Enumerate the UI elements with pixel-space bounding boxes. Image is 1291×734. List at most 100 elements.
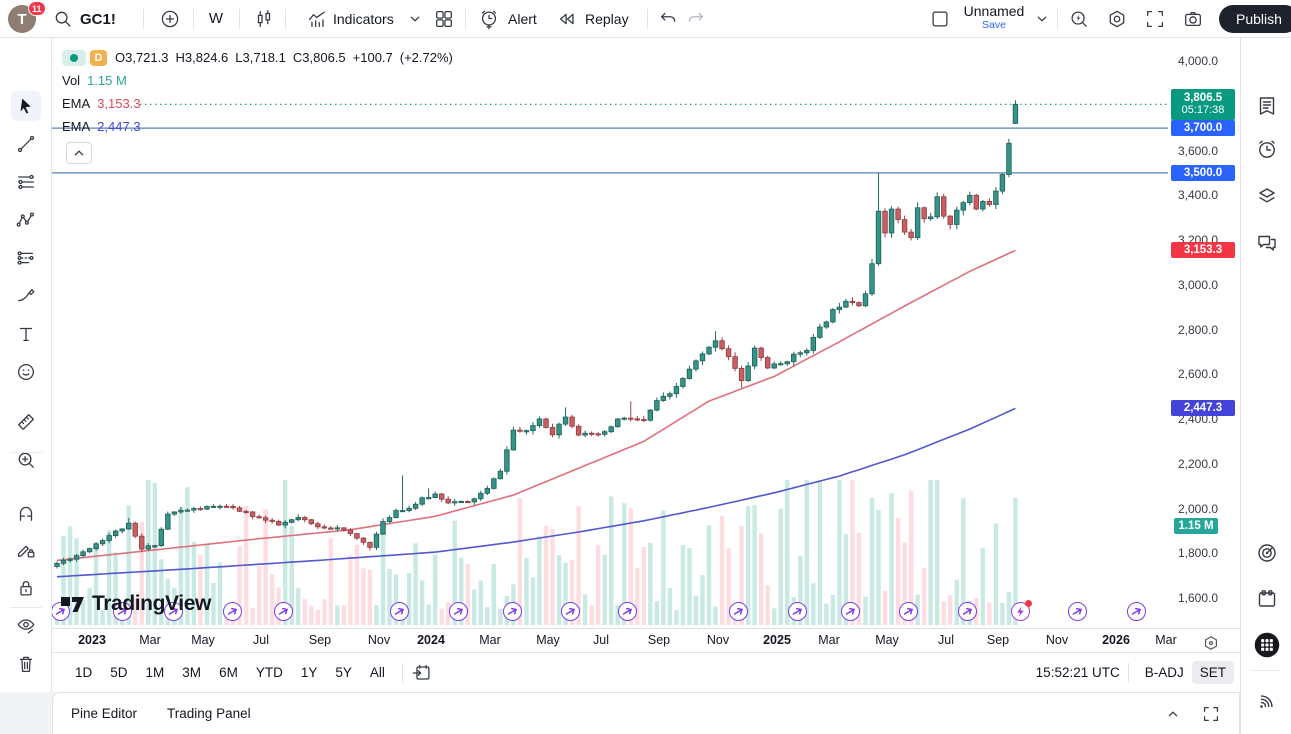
tool-lock-all[interactable] — [11, 573, 41, 603]
sidebar-object-tree-icon[interactable] — [1252, 181, 1282, 211]
panel-expand-chevron-icon[interactable] — [1159, 700, 1187, 728]
contract-rollover-marker[interactable] — [1127, 602, 1146, 621]
sidebar-apps-grid-icon[interactable] — [1252, 630, 1282, 660]
contract-rollover-marker[interactable] — [274, 602, 293, 621]
clock-utc[interactable]: 15:52:21 UTC — [1036, 665, 1120, 680]
alert-button[interactable]: Alert — [508, 11, 537, 27]
legend-volume-row[interactable]: Vol 1.15 M — [62, 69, 453, 92]
range-1d[interactable]: 1D — [67, 661, 100, 684]
price-label[interactable]: 3,806.505:17:38 — [1171, 89, 1235, 120]
contract-rollover-marker[interactable] — [618, 602, 637, 621]
price-label[interactable]: 3,153.3 — [1171, 242, 1235, 258]
undo-icon[interactable] — [657, 8, 679, 30]
price-label[interactable]: 3,500.0 — [1171, 165, 1235, 181]
tool-projection[interactable] — [11, 243, 41, 273]
range-5d[interactable]: 5D — [102, 661, 135, 684]
price-scale[interactable]: 4,000.03,600.03,400.03,200.03,000.02,800… — [1168, 38, 1240, 628]
legend-collapse-button[interactable] — [66, 142, 92, 164]
tool-fib-retracement[interactable] — [11, 167, 41, 197]
chart-style-icon[interactable] — [253, 8, 275, 30]
tool-xabcd-pattern[interactable] — [11, 205, 41, 235]
chevron-down-icon[interactable] — [1031, 8, 1053, 30]
contract-rollover-marker[interactable] — [729, 602, 748, 621]
layout-name[interactable]: Unnamed — [956, 3, 1032, 19]
contract-rollover-marker[interactable] — [503, 602, 522, 621]
save-button[interactable]: Save — [956, 19, 1032, 31]
range-3m[interactable]: 3M — [174, 661, 209, 684]
tool-ruler[interactable] — [11, 407, 41, 437]
replay-button[interactable]: Replay — [585, 11, 629, 27]
range-6m[interactable]: 6M — [211, 661, 246, 684]
tool-zoom-in[interactable] — [11, 445, 41, 475]
contract-rollover-marker[interactable] — [899, 602, 918, 621]
tool-draw-lock[interactable] — [11, 535, 41, 565]
range-5y[interactable]: 5Y — [327, 661, 360, 684]
legend-ema1-row[interactable]: EMA 3,153.3 — [62, 92, 453, 115]
tool-trend-line[interactable] — [11, 129, 41, 159]
contract-rollover-marker[interactable] — [841, 602, 860, 621]
replay-icon[interactable] — [556, 8, 578, 30]
sidebar-calendar-events-icon[interactable] — [1252, 584, 1282, 614]
range-1m[interactable]: 1M — [138, 661, 173, 684]
ema1-value: 3,153.3 — [97, 96, 140, 111]
alert-icon[interactable] — [478, 8, 500, 30]
range-1y[interactable]: 1Y — [293, 661, 326, 684]
contract-rollover-marker[interactable] — [449, 602, 468, 621]
indicator-templates-icon[interactable] — [433, 8, 455, 30]
pine-editor-tab[interactable]: Pine Editor — [71, 706, 137, 721]
trading-panel-tab[interactable]: Trading Panel — [167, 706, 251, 721]
tradingview-logo[interactable]: TradingView — [60, 591, 211, 617]
price-label[interactable]: 3,700.0 — [1171, 120, 1235, 136]
fullscreen-icon[interactable] — [1144, 8, 1166, 30]
sidebar-chat-icon[interactable] — [1252, 228, 1282, 258]
panel-maximize-icon[interactable] — [1197, 700, 1225, 728]
tool-brush[interactable] — [11, 281, 41, 311]
next-contract-marker[interactable] — [1011, 602, 1030, 621]
screenshot-camera-icon[interactable] — [1182, 8, 1204, 30]
sidebar-watchlist-icon[interactable] — [1252, 91, 1282, 121]
settings-gear-icon[interactable] — [1106, 8, 1128, 30]
tool-text-tool[interactable] — [11, 319, 41, 349]
layout-icon[interactable] — [929, 8, 951, 30]
contract-rollover-marker[interactable] — [561, 602, 580, 621]
indicators-icon[interactable] — [306, 8, 328, 30]
legend-ema2-row[interactable]: EMA 2,447.3 — [62, 115, 453, 138]
tool-cursor[interactable] — [11, 91, 41, 121]
search-icon[interactable] — [52, 8, 74, 30]
publish-button[interactable]: Publish — [1219, 5, 1291, 33]
chart-area[interactable]: D O3,721.3 H3,824.6 L3,718.1 C3,806.5 +1… — [52, 38, 1168, 628]
range-ytd[interactable]: YTD — [248, 661, 291, 684]
sidebar-gauge-icon[interactable] — [1252, 538, 1282, 568]
session-toggle[interactable]: SET — [1192, 661, 1234, 684]
volume-value: 1.15 M — [87, 73, 127, 88]
redo-icon[interactable] — [685, 8, 707, 30]
interval-button[interactable]: W — [206, 10, 226, 27]
chevron-down-icon[interactable] — [404, 8, 426, 30]
range-all[interactable]: All — [362, 661, 393, 684]
compare-add-icon[interactable] — [159, 8, 181, 30]
contract-rollover-marker[interactable] — [1068, 602, 1087, 621]
time-label: 2026 — [1102, 633, 1130, 647]
go-to-date-icon[interactable] — [411, 662, 433, 684]
layout-name-block[interactable]: Unnamed Save — [956, 3, 1032, 31]
price-label[interactable]: 2,447.3 — [1171, 400, 1235, 416]
tool-hide-drawings[interactable] — [11, 611, 41, 641]
legend-symbol-row[interactable]: D O3,721.3 H3,824.6 L3,718.1 C3,806.5 +1… — [62, 46, 453, 69]
adjustment-toggle[interactable]: B-ADJ — [1137, 661, 1192, 684]
drawing-toolbar — [0, 38, 52, 692]
price-label[interactable]: 1.15 M — [1174, 518, 1218, 534]
contract-rollover-marker[interactable] — [788, 602, 807, 621]
quick-search-icon[interactable] — [1068, 8, 1090, 30]
sidebar-alerts-clock-icon[interactable] — [1252, 135, 1282, 165]
tool-magnet[interactable] — [11, 497, 41, 527]
contract-rollover-marker[interactable] — [958, 602, 977, 621]
contract-rollover-marker[interactable] — [223, 602, 242, 621]
time-axis[interactable]: 2023MarMayJulSepNov2024MarMayJulSepNov20… — [52, 628, 1240, 652]
contract-rollover-marker[interactable] — [390, 602, 409, 621]
tool-emoji[interactable] — [11, 357, 41, 387]
tool-trash[interactable] — [11, 649, 41, 679]
sidebar-broadcast-icon[interactable] — [1252, 686, 1282, 716]
symbol-search-button[interactable]: GC1! — [80, 11, 116, 28]
chart-legend: D O3,721.3 H3,824.6 L3,718.1 C3,806.5 +1… — [62, 46, 453, 138]
indicators-button[interactable]: Indicators — [333, 11, 394, 27]
